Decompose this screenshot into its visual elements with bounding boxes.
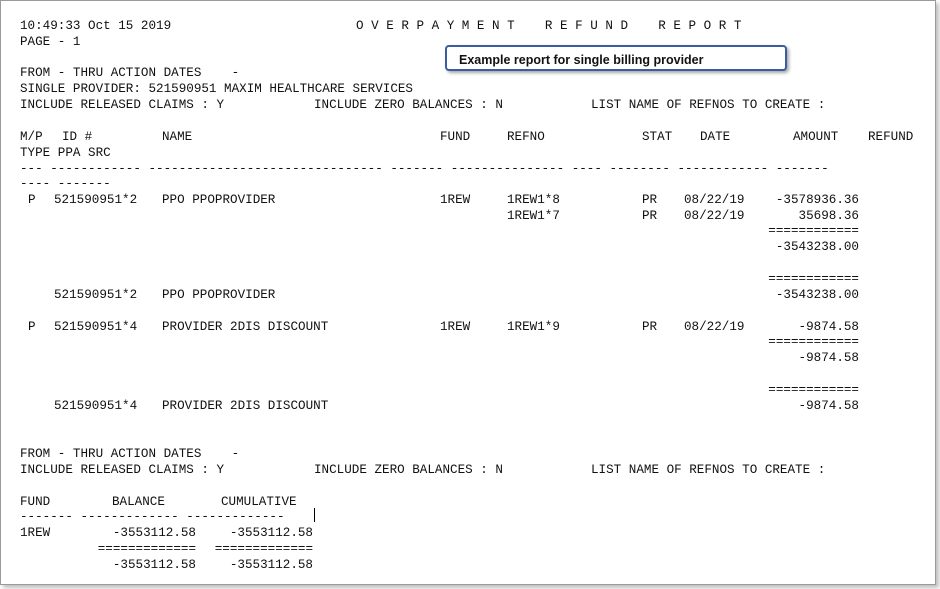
summary-col-fund: FUND [20,495,51,509]
col-refno: REFNO [507,130,545,144]
group-1-total-name: PPO PPOPROVIDER [162,288,276,302]
group-2-total: -9874.58 [798,399,859,413]
summary-row-cumulative: -3553112.58 [229,526,313,540]
subtotal-rule: ============ [768,224,859,238]
line-amount: -9874.58 [798,320,859,334]
group-1-total-id: 521590951*2 [54,288,138,302]
group-1-id: 521590951*2 [54,193,138,207]
report-window: 10:49:33 Oct 15 2019 O V E R P A Y M E N… [0,0,936,585]
report-timestamp: 10:49:33 Oct 15 2019 [20,19,172,33]
group-1-fund: 1REW [440,193,471,207]
summary-total-balance: -3553112.58 [112,558,196,572]
group-1-subtotal: -3543238.00 [775,240,859,254]
example-callout: Example report for single billing provid… [445,45,787,71]
line-refno: 1REW1*9 [507,320,560,334]
line-refno: 1REW1*8 [507,193,560,207]
summary-row-fund: 1REW [20,526,51,540]
total-rule: ============ [768,272,859,286]
summary-separator: ------- ------------- ------------- [20,510,285,524]
group-1-name: PPO PPOPROVIDER [162,193,276,207]
group-1-total: -3543238.00 [775,288,859,302]
summary-rule-cumulative: ============= [214,542,313,556]
page-number: PAGE - 1 [20,35,81,49]
group-2-total-name: PROVIDER 2DIS DISCOUNT [162,399,329,413]
group-2-total-id: 521590951*4 [54,399,138,413]
param2-include-released: INCLUDE RELEASED CLAIMS : Y [20,463,225,477]
group-1-type: P [28,193,36,207]
col-stat: STAT [642,130,673,144]
group-2-name: PROVIDER 2DIS DISCOUNT [162,320,329,334]
text-cursor [314,508,315,522]
col-amount: AMOUNT [793,130,839,144]
col-mp: M/P [20,130,43,144]
line-date: 08/22/19 [684,320,745,334]
line-amount: -3578936.36 [775,193,859,207]
line-stat: PR [642,209,658,223]
col-name: NAME [162,130,193,144]
col-date: DATE [700,130,731,144]
line-stat: PR [642,193,658,207]
param2-action-dates: FROM - THRU ACTION DATES - [20,447,240,461]
param2-list-refnos: LIST NAME OF REFNOS TO CREATE : [591,463,826,477]
subtotal-rule: ============ [768,335,859,349]
param-include-released: INCLUDE RELEASED CLAIMS : Y [20,98,225,112]
group-2-id: 521590951*4 [54,320,138,334]
summary-col-cumulative: CUMULATIVE [221,495,297,509]
col-refund: REFUND [868,130,914,144]
report-title: O V E R P A Y M E N T R E F U N D R E P … [356,19,742,33]
group-2-subtotal: -9874.58 [798,351,859,365]
line-stat: PR [642,320,658,334]
group-2-type: P [28,320,36,334]
summary-row-balance: -3553112.58 [112,526,196,540]
summary-rule-balance: ============= [97,542,196,556]
param-list-refnos: LIST NAME OF REFNOS TO CREATE : [591,98,826,112]
col-fund: FUND [440,130,471,144]
summary-total-cumulative: -3553112.58 [229,558,313,572]
line-date: 08/22/19 [684,193,745,207]
line-amount: 35698.36 [798,209,859,223]
param-include-zero: INCLUDE ZERO BALANCES : N [314,98,503,112]
line-date: 08/22/19 [684,209,745,223]
col-type-ppa-src: TYPE PPA SRC [20,146,111,160]
total-rule: ============ [768,383,859,397]
param-action-dates: FROM - THRU ACTION DATES - [20,66,240,80]
summary-col-balance: BALANCE [112,495,165,509]
param2-include-zero: INCLUDE ZERO BALANCES : N [314,463,503,477]
line-refno: 1REW1*7 [507,209,560,223]
header-separator: --- ------------ -----------------------… [20,162,829,176]
header-separator-2: ---- ------- [20,177,111,191]
param-single-provider: SINGLE PROVIDER: 521590951 MAXIM HEALTHC… [20,82,413,96]
col-id: ID # [62,130,93,144]
group-2-fund: 1REW [440,320,471,334]
